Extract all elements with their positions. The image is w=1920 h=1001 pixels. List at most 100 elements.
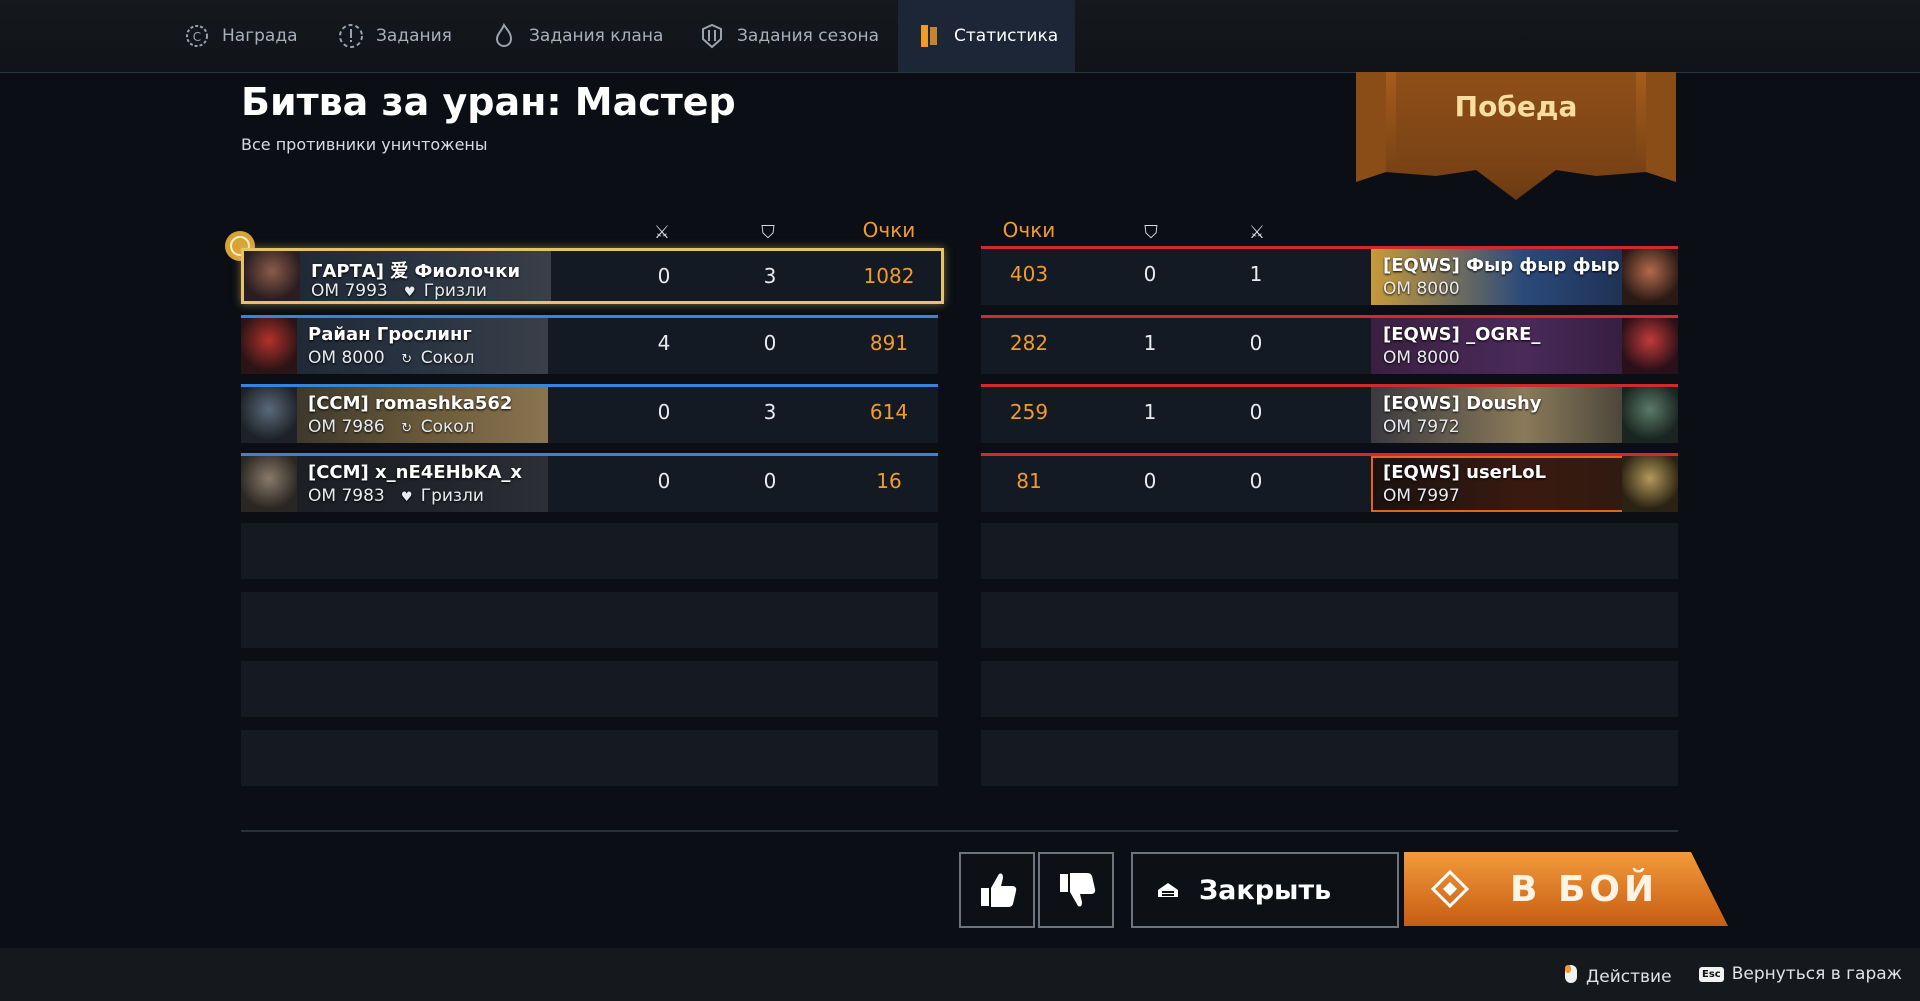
empty-slot bbox=[241, 730, 938, 786]
avatar bbox=[1622, 456, 1678, 512]
tab-statistics[interactable]: Статистика bbox=[898, 0, 1075, 72]
thumbs-up-icon bbox=[981, 873, 1017, 907]
avatar bbox=[1622, 249, 1678, 305]
kills-value: 0 bbox=[657, 400, 671, 424]
victory-label: Победа bbox=[1454, 90, 1578, 123]
points-value: 1082 bbox=[863, 264, 915, 288]
reward-gear-icon: C bbox=[182, 21, 212, 51]
tab-clan-tasks-label: Задания клана bbox=[529, 26, 664, 46]
fight-button[interactable]: В БОЙ bbox=[1404, 852, 1728, 926]
tab-statistics-label: Статистика bbox=[954, 26, 1059, 46]
player-om: ОМ 7986 bbox=[308, 417, 385, 437]
kills-value: 0 bbox=[657, 469, 671, 493]
divider bbox=[241, 830, 1678, 832]
battle-emblem-icon bbox=[1430, 869, 1470, 909]
player-plate: [CCM] romashka562 ОМ 7986 ↻ Сокол bbox=[241, 387, 548, 443]
player-om: ОМ 7983 bbox=[308, 486, 385, 506]
assists-value: 1 bbox=[1143, 400, 1157, 424]
player-om: ОМ 7997 bbox=[1383, 486, 1460, 506]
victory-banner: Победа bbox=[1356, 72, 1676, 204]
close-button[interactable]: Закрыть bbox=[1131, 852, 1399, 928]
player-plate: ГАРТА] 爱 Фиолочки ОМ 7993 ♥ Гризли bbox=[244, 251, 551, 301]
esc-key-icon: Esc bbox=[1699, 966, 1724, 982]
close-label: Закрыть bbox=[1199, 874, 1332, 906]
assists-value: 1 bbox=[1143, 331, 1157, 355]
player-plate: Райан Грослинг ОМ 8000 ↻ Сокол bbox=[241, 318, 548, 374]
player-om: ОМ 8000 bbox=[1383, 279, 1460, 299]
player-name: ГАРТА] 爱 Фиолочки bbox=[311, 261, 521, 282]
like-button[interactable] bbox=[959, 852, 1035, 928]
dislike-button[interactable] bbox=[1038, 852, 1114, 928]
empty-slot bbox=[241, 523, 938, 579]
avatar bbox=[241, 456, 297, 512]
ally-row[interactable]: Райан Грослинг ОМ 8000 ↻ Сокол 4 0 891 bbox=[241, 315, 938, 374]
kills-icon: ⚔ bbox=[1248, 221, 1266, 243]
player-plate: [CCM] x_nE4EHbKA_x ОМ 7983 ♥ Гризли bbox=[241, 456, 548, 512]
assists-value: 3 bbox=[763, 264, 777, 288]
points-value: 282 bbox=[1009, 331, 1049, 355]
tasks-alert-icon bbox=[336, 21, 366, 51]
points-value: 81 bbox=[1016, 469, 1042, 493]
assists-value: 0 bbox=[763, 331, 777, 355]
ally-row[interactable]: [CCM] x_nE4EHbKA_x ОМ 7983 ♥ Гризли 0 0 16 bbox=[241, 453, 938, 512]
kills-value: 0 bbox=[1249, 400, 1263, 424]
clan-flame-icon bbox=[489, 21, 519, 51]
player-info: ОМ 7986 ↻ Сокол bbox=[308, 417, 475, 437]
shield-icon: ⛉ bbox=[761, 221, 775, 243]
kills-value: 4 bbox=[657, 331, 671, 355]
points-value: 403 bbox=[1009, 262, 1049, 286]
player-plate: [EQWS] _OGRE_ ОМ 8000 bbox=[1371, 318, 1678, 374]
player-class: Гризли bbox=[423, 281, 487, 301]
player-name: [CCM] x_nE4EHbKA_x bbox=[308, 462, 523, 483]
tab-season-tasks-label: Задания сезона bbox=[737, 26, 880, 46]
player-class: Гризли bbox=[420, 486, 484, 506]
hint-action[interactable]: Действие bbox=[1564, 964, 1672, 989]
avatar bbox=[1622, 387, 1678, 443]
hint-action-label: Действие bbox=[1586, 966, 1672, 987]
points-header-left: Очки bbox=[862, 218, 916, 242]
tab-tasks-label: Задания bbox=[376, 26, 452, 46]
enemy-row[interactable]: 259 1 0 [EQWS] Doushy ОМ 7972 bbox=[981, 384, 1678, 443]
hint-garage[interactable]: Esc Вернуться в гараж bbox=[1699, 964, 1902, 984]
player-plate: [EQWS] Фыр фыр фыр ОМ 8000 bbox=[1371, 249, 1678, 305]
thumbs-down-icon bbox=[1060, 873, 1096, 907]
garage-icon bbox=[1155, 877, 1181, 903]
assists-value: 0 bbox=[1143, 262, 1157, 286]
points-value: 614 bbox=[869, 400, 909, 424]
points-value: 891 bbox=[869, 331, 909, 355]
points-value: 259 bbox=[1009, 400, 1049, 424]
kills-value: 0 bbox=[1249, 331, 1263, 355]
enemy-row[interactable]: 403 0 1 [EQWS] Фыр фыр фыр ОМ 8000 bbox=[981, 246, 1678, 305]
ally-row[interactable]: [CCM] romashka562 ОМ 7986 ↻ Сокол 0 3 614 bbox=[241, 384, 938, 443]
season-crown-icon bbox=[697, 21, 727, 51]
falcon-cycle-icon: ↻ bbox=[401, 421, 413, 436]
enemy-row[interactable]: 81 0 0 [EQWS] userLoL ОМ 7997 bbox=[981, 453, 1678, 512]
ally-row[interactable]: ГАРТА] 爱 Фиолочки ОМ 7993 ♥ Гризли 0 3 108… bbox=[241, 248, 944, 304]
tab-clan-tasks[interactable]: Задания клана bbox=[489, 0, 663, 72]
player-name: [EQWS] _OGRE_ bbox=[1383, 324, 1541, 345]
statistics-bookmark-icon bbox=[914, 21, 944, 51]
svg-text:C: C bbox=[193, 30, 201, 44]
tab-season-tasks[interactable]: Задания сезона bbox=[697, 0, 879, 72]
falcon-cycle-icon: ↻ bbox=[401, 352, 413, 367]
player-om: ОМ 8000 bbox=[1383, 348, 1460, 368]
tab-tasks[interactable]: Задания bbox=[336, 0, 452, 72]
player-om: ОМ 7972 bbox=[1383, 417, 1460, 437]
empty-slot bbox=[241, 592, 938, 648]
tab-reward[interactable]: C Награда bbox=[182, 0, 298, 72]
empty-slot bbox=[981, 661, 1678, 717]
points-header-right: Очки bbox=[1002, 218, 1056, 242]
player-name: Райан Грослинг bbox=[308, 324, 472, 345]
mouse-icon bbox=[1564, 964, 1578, 989]
player-info: ОМ 7993 ♥ Гризли bbox=[311, 281, 487, 301]
fight-label: В БОЙ bbox=[1510, 868, 1659, 910]
avatar bbox=[241, 318, 297, 374]
avatar bbox=[244, 251, 300, 301]
battle-title: Битва за уран: Мастер bbox=[241, 80, 736, 124]
shield-icon: ⛉ bbox=[1144, 221, 1158, 243]
player-class: Сокол bbox=[420, 348, 475, 368]
empty-slot bbox=[981, 523, 1678, 579]
kills-value: 1 bbox=[1249, 262, 1263, 286]
avatar bbox=[1622, 318, 1678, 374]
enemy-row[interactable]: 282 1 0 [EQWS] _OGRE_ ОМ 8000 bbox=[981, 315, 1678, 374]
